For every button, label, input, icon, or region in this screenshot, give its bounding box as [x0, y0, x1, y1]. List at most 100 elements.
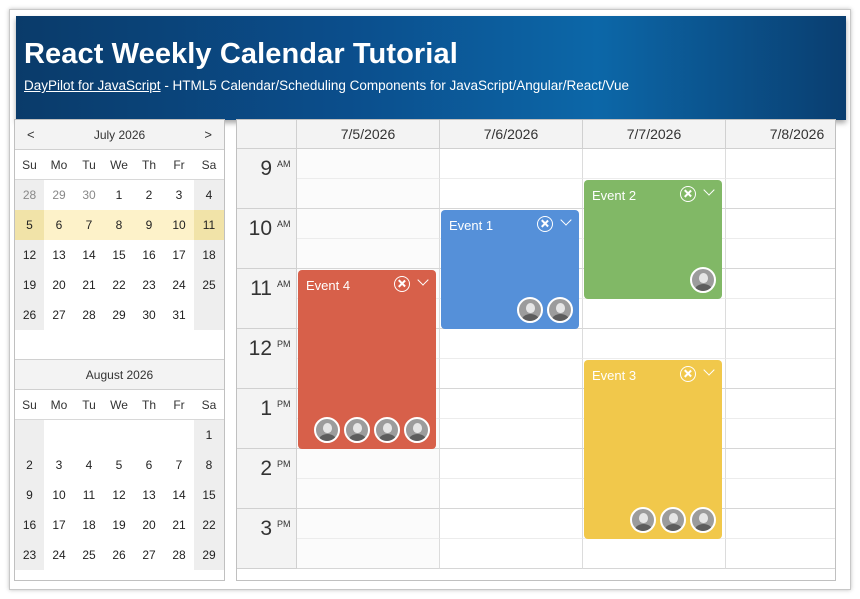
time-slot[interactable]: [726, 149, 835, 179]
day-cell[interactable]: 21: [164, 510, 194, 540]
time-slot[interactable]: [440, 449, 583, 479]
time-slot[interactable]: [297, 449, 440, 479]
day-cell[interactable]: 18: [194, 240, 224, 270]
day-cell[interactable]: 5: [15, 210, 44, 240]
day-cell[interactable]: 13: [134, 480, 164, 510]
day-cell[interactable]: 19: [104, 510, 134, 540]
day-cell[interactable]: 2: [15, 450, 44, 480]
delete-event-icon[interactable]: [680, 366, 696, 382]
day-cell[interactable]: 11: [194, 210, 224, 240]
day-cell[interactable]: 28: [74, 300, 104, 330]
day-cell[interactable]: 1: [194, 420, 224, 450]
day-cell[interactable]: 31: [164, 300, 194, 330]
day-cell[interactable]: 15: [194, 480, 224, 510]
time-slot[interactable]: [726, 239, 835, 269]
day-cell[interactable]: 8: [194, 450, 224, 480]
day-cell[interactable]: 25: [74, 540, 104, 570]
day-cell[interactable]: 23: [15, 540, 44, 570]
time-slot[interactable]: [583, 329, 726, 359]
month-title[interactable]: July 2026: [94, 128, 145, 142]
time-slot[interactable]: [726, 539, 835, 569]
day-cell[interactable]: 8: [104, 210, 134, 240]
prev-month-icon[interactable]: <: [27, 127, 35, 142]
day-cell[interactable]: 27: [44, 300, 74, 330]
day-column-header[interactable]: 7/6/2026: [440, 120, 583, 149]
delete-event-icon[interactable]: [680, 186, 696, 202]
day-cell[interactable]: 17: [44, 510, 74, 540]
time-slot[interactable]: [726, 179, 835, 209]
delete-event-icon[interactable]: [394, 276, 410, 292]
time-slot[interactable]: [726, 359, 835, 389]
day-cell[interactable]: 24: [44, 540, 74, 570]
calendar-event[interactable]: Event 1: [441, 210, 579, 329]
day-cell[interactable]: 12: [104, 480, 134, 510]
day-cell[interactable]: 3: [164, 180, 194, 210]
time-slot[interactable]: [583, 299, 726, 329]
day-cell[interactable]: 3: [44, 450, 74, 480]
day-cell[interactable]: 26: [15, 300, 44, 330]
day-cell[interactable]: 7: [74, 210, 104, 240]
day-cell[interactable]: 22: [104, 270, 134, 300]
day-cell[interactable]: 18: [74, 510, 104, 540]
day-cell[interactable]: 25: [194, 270, 224, 300]
day-cell[interactable]: 21: [74, 270, 104, 300]
time-slot[interactable]: [440, 149, 583, 179]
day-cell[interactable]: 12: [15, 240, 44, 270]
day-cell[interactable]: 9: [15, 480, 44, 510]
day-cell[interactable]: 20: [44, 270, 74, 300]
day-cell[interactable]: 28: [15, 180, 44, 210]
day-cell[interactable]: 24: [164, 270, 194, 300]
day-cell[interactable]: 4: [74, 450, 104, 480]
day-cell[interactable]: 27: [134, 540, 164, 570]
day-cell[interactable]: 6: [134, 450, 164, 480]
chevron-down-icon[interactable]: [417, 276, 429, 288]
time-slot[interactable]: [297, 509, 440, 539]
day-cell[interactable]: 11: [74, 480, 104, 510]
day-cell[interactable]: 9: [134, 210, 164, 240]
day-cell[interactable]: 30: [134, 300, 164, 330]
time-slot[interactable]: [440, 419, 583, 449]
day-cell[interactable]: 10: [44, 480, 74, 510]
time-slot[interactable]: [583, 149, 726, 179]
calendar-event[interactable]: Event 4: [298, 270, 436, 449]
time-slot[interactable]: [297, 209, 440, 239]
day-column-header[interactable]: 7/7/2026: [583, 120, 726, 149]
chevron-down-icon[interactable]: [703, 366, 715, 378]
day-cell[interactable]: 23: [134, 270, 164, 300]
day-cell[interactable]: 14: [74, 240, 104, 270]
day-cell[interactable]: 30: [74, 180, 104, 210]
time-slot[interactable]: [440, 329, 583, 359]
day-cell[interactable]: 20: [134, 510, 164, 540]
day-cell[interactable]: 19: [15, 270, 44, 300]
chevron-down-icon[interactable]: [703, 186, 715, 198]
time-slot[interactable]: [726, 509, 835, 539]
calendar-event[interactable]: Event 3: [584, 360, 722, 539]
time-slot[interactable]: [726, 389, 835, 419]
day-cell[interactable]: 2: [134, 180, 164, 210]
day-cell[interactable]: 28: [164, 540, 194, 570]
time-slot[interactable]: [726, 209, 835, 239]
time-slot[interactable]: [726, 329, 835, 359]
day-cell[interactable]: 29: [104, 300, 134, 330]
day-cell[interactable]: 29: [44, 180, 74, 210]
day-cell[interactable]: 29: [194, 540, 224, 570]
next-month-icon[interactable]: >: [204, 127, 212, 142]
time-slot[interactable]: [297, 479, 440, 509]
day-cell[interactable]: 17: [164, 240, 194, 270]
day-cell[interactable]: 22: [194, 510, 224, 540]
time-slot[interactable]: [440, 359, 583, 389]
day-cell[interactable]: 1: [104, 180, 134, 210]
day-cell[interactable]: 6: [44, 210, 74, 240]
chevron-down-icon[interactable]: [560, 216, 572, 228]
day-cell[interactable]: 10: [164, 210, 194, 240]
time-slot[interactable]: [726, 419, 835, 449]
day-cell[interactable]: 5: [104, 450, 134, 480]
daypilot-link[interactable]: DayPilot for JavaScript: [24, 78, 161, 93]
day-column-header[interactable]: 7/5/2026: [297, 120, 440, 149]
day-column-header[interactable]: 7/8/2026: [726, 120, 835, 149]
time-slot[interactable]: [440, 539, 583, 569]
time-slot[interactable]: [440, 479, 583, 509]
day-cell[interactable]: 14: [164, 480, 194, 510]
day-cell[interactable]: 13: [44, 240, 74, 270]
day-cell[interactable]: 16: [134, 240, 164, 270]
